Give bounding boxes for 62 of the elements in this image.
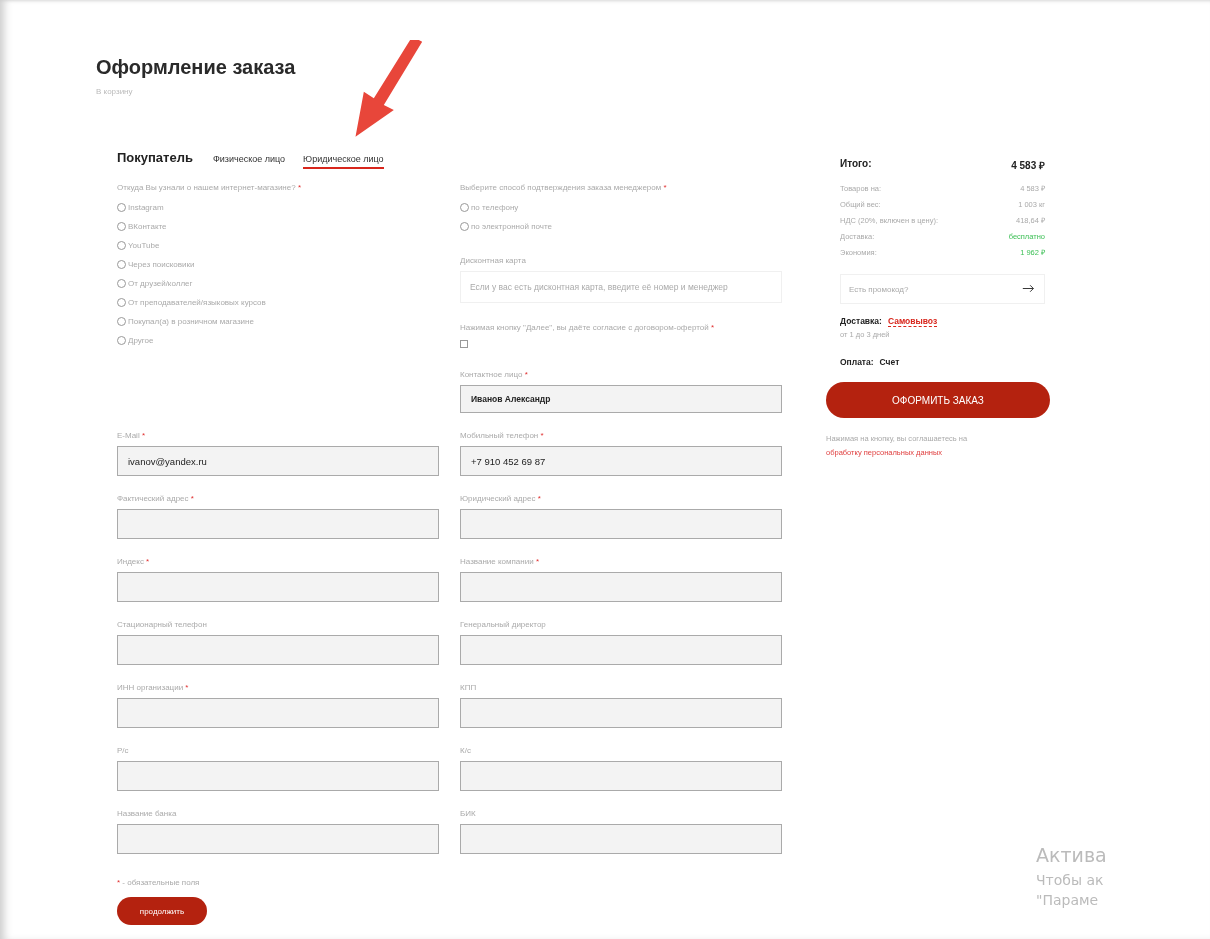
radio-label: От преподавателей/языковых курсов <box>128 298 266 307</box>
radio-label: Покупал(а) в розничном магазине <box>128 317 254 326</box>
field-label: Выберите способ подтверждения заказа менеджером * <box>460 183 668 192</box>
section-title: Покупатель <box>117 150 193 165</box>
buyer-type-tab[interactable]: Физическое лицо <box>212 154 286 169</box>
promo-code-field[interactable]: Есть промокод? <box>840 274 1045 304</box>
field-label: КПП <box>460 683 478 692</box>
field-label: БИК <box>460 809 477 818</box>
total-label: Итого: <box>840 158 872 171</box>
field-label: Фактический адрес * <box>117 494 195 503</box>
input-field[interactable] <box>460 824 782 854</box>
input-field[interactable] <box>117 761 439 791</box>
payment-value: Счет <box>879 357 900 367</box>
field-label: Р/с <box>117 746 130 755</box>
consent-checkbox[interactable] <box>460 340 468 348</box>
total-value: 4 583 ₽ <box>1011 159 1045 172</box>
input-field[interactable] <box>117 824 439 854</box>
arrow-right-icon[interactable] <box>1022 284 1035 293</box>
field-label: Название банка <box>117 809 178 818</box>
field-label: Стационарный телефон <box>117 620 208 629</box>
radio-label: Через поисковики <box>128 260 195 269</box>
field-label: Мобильный телефон * <box>460 431 545 440</box>
field-label: ИНН организации * <box>117 683 190 692</box>
radio-label: по телефону <box>471 203 519 212</box>
field-label: К/с <box>460 746 472 755</box>
radio-label: Instagram <box>128 203 164 212</box>
radio-label: Другое <box>128 336 154 345</box>
page-title: Оформление заказа <box>96 56 297 79</box>
radio-label: От друзей/коллег <box>128 279 193 288</box>
input-field[interactable] <box>117 509 439 539</box>
activation-notice: Актива Чтобы ак "Параме <box>1036 843 1108 910</box>
field-label: Индекс * <box>117 557 151 566</box>
place-order-button[interactable]: ОФОРМИТЬ ЗАКАЗ <box>826 382 1050 418</box>
required-note: * - обязательные поля <box>117 878 201 887</box>
input-field[interactable] <box>460 635 782 665</box>
input-field[interactable]: +7 910 452 69 87 <box>460 446 782 476</box>
input-field[interactable] <box>460 572 782 602</box>
payment-label: Оплата: <box>840 357 874 367</box>
radio-label: ВКонтакте <box>128 222 167 231</box>
delivery-label: Доставка: <box>840 316 882 327</box>
field-label: Название компании * <box>460 557 540 566</box>
field-label: Юридический адрес * <box>460 494 542 503</box>
input-field[interactable] <box>460 698 782 728</box>
buyer-type-tab[interactable]: Юридическое лицо <box>303 154 384 169</box>
continue-button[interactable]: продолжить <box>117 897 207 925</box>
field-label: Откуда Вы узнали о нашем интернет-магазине? * <box>117 183 303 192</box>
delivery-method-link[interactable]: Самовывоз <box>887 316 938 327</box>
input-field[interactable] <box>460 509 782 539</box>
input-field[interactable] <box>117 698 439 728</box>
input-field[interactable] <box>117 572 439 602</box>
radio-label: YouTube <box>128 241 160 250</box>
field-label: E-Mail * <box>117 431 146 440</box>
field-label: Генеральный директор <box>460 620 547 629</box>
radio-label: по электронной почте <box>471 222 552 231</box>
field-label: Дисконтная карта <box>460 256 527 265</box>
input-field[interactable]: ivanov@yandex.ru <box>117 446 439 476</box>
input-field[interactable] <box>460 761 782 791</box>
contact-person-field[interactable]: Иванов Александр <box>460 385 782 413</box>
field-label: Нажимая кнопку "Далее", вы даёте согласие с договором-офертой * <box>460 323 715 332</box>
input-field[interactable] <box>117 635 439 665</box>
field-label: Контактное лицо * <box>460 370 529 379</box>
discount-card-field[interactable]: Если у вас есть дисконтная карта, введите её номер и менеджер <box>460 271 782 303</box>
